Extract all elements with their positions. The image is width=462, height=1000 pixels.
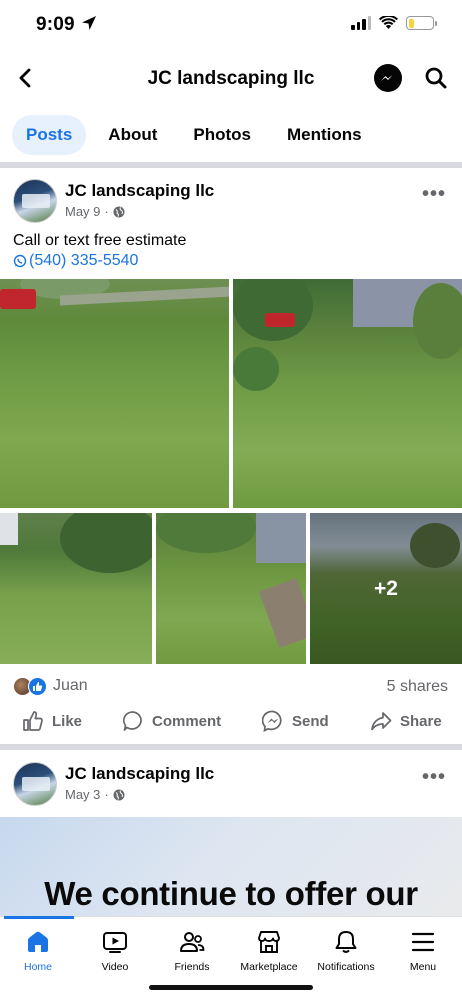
location-arrow-icon	[82, 16, 96, 30]
post-author[interactable]: JC landscaping llc	[65, 764, 214, 784]
status-time: 9:09	[36, 14, 75, 35]
tab-about[interactable]: About	[94, 115, 171, 155]
post-image-banner[interactable]: We continue to offer our	[0, 817, 462, 917]
like-reaction-icon	[28, 676, 47, 696]
post-date[interactable]: May 9	[65, 204, 100, 219]
post-meta: May 9 ·	[65, 204, 125, 219]
share-icon	[371, 712, 392, 731]
post-date[interactable]: May 3	[65, 787, 100, 802]
meta-separator: ·	[104, 204, 109, 219]
globe-icon	[113, 789, 125, 800]
avatar[interactable]	[13, 179, 57, 223]
post-meta: May 3 ·	[65, 787, 125, 802]
meta-separator: ·	[104, 787, 109, 802]
more-options-button[interactable]: •••	[422, 766, 446, 789]
tab-photos[interactable]: Photos	[179, 115, 265, 155]
friends-icon	[180, 932, 205, 952]
nav-marketplace[interactable]: Marketplace	[229, 929, 309, 973]
section-divider	[0, 162, 462, 168]
nav-notifications[interactable]: Notifications	[306, 929, 386, 973]
marketplace-icon	[258, 931, 280, 953]
comment-icon	[122, 711, 142, 731]
messenger-button[interactable]	[374, 64, 402, 92]
like-label: Like	[52, 712, 83, 730]
nav-label: Notifications	[317, 961, 375, 973]
comment-button[interactable]: Comment	[122, 710, 221, 732]
nav-label: Menu	[409, 961, 437, 973]
more-photos-count[interactable]: +2	[310, 513, 462, 664]
home-icon	[28, 931, 48, 952]
share-label: Share	[400, 712, 442, 730]
phone-number[interactable]: (540) 335-5540	[29, 252, 138, 270]
nav-home[interactable]: Home	[0, 929, 78, 973]
post-text: Call or text free estimate	[13, 232, 187, 249]
post-photo[interactable]	[0, 513, 152, 664]
like-button[interactable]: Like	[22, 710, 82, 732]
reactions-summary[interactable]: Juan	[13, 676, 88, 696]
avatar[interactable]	[13, 762, 57, 806]
profile-tabs: Posts About Photos Mentions	[12, 115, 384, 155]
reactor-name: Juan	[53, 677, 88, 694]
status-bar: 9:09	[0, 0, 462, 52]
comment-label: Comment	[152, 712, 222, 730]
post-photo[interactable]	[156, 513, 306, 664]
post-photo[interactable]	[0, 279, 229, 508]
nav-label: Home	[23, 961, 52, 973]
messenger-icon	[381, 75, 393, 81]
globe-icon	[113, 206, 125, 217]
messenger-send-icon	[262, 710, 282, 732]
bell-icon	[335, 931, 357, 953]
tab-mentions[interactable]: Mentions	[273, 115, 376, 155]
nav-menu[interactable]: Menu	[383, 929, 462, 973]
post-photo-more[interactable]: +2	[310, 513, 462, 664]
post-author[interactable]: JC landscaping llc	[65, 181, 214, 201]
shares-count[interactable]: 5 shares	[387, 678, 448, 696]
nav-label: Marketplace	[240, 961, 298, 973]
nav-label: Video	[101, 961, 129, 973]
send-button[interactable]: Send	[262, 710, 329, 732]
tab-posts[interactable]: Posts	[12, 115, 87, 155]
search-button[interactable]	[424, 66, 448, 90]
post-header: JC landscaping llc May 3 · •••	[0, 762, 462, 812]
page-header: JC landscaping llc	[0, 56, 462, 102]
share-button[interactable]: Share	[370, 710, 442, 732]
nav-video[interactable]: Video	[75, 929, 155, 973]
cellular-signal-icon	[351, 16, 371, 30]
wifi-icon	[379, 16, 398, 29]
post-actions: Like Comment Send Share	[0, 710, 462, 738]
whatsapp-icon	[13, 254, 27, 268]
video-icon	[103, 932, 127, 953]
home-indicator[interactable]	[149, 985, 313, 990]
post-divider	[0, 744, 462, 750]
post-photo[interactable]	[233, 279, 462, 508]
battery-icon	[406, 16, 437, 30]
phone-link[interactable]: (540) 335-5540	[13, 252, 138, 270]
menu-icon	[411, 932, 435, 952]
banner-text: We continue to offer our	[44, 875, 418, 912]
post-header: JC landscaping llc May 9 · •••	[0, 179, 462, 229]
more-options-button[interactable]: •••	[422, 183, 446, 206]
active-tab-indicator	[4, 916, 74, 919]
nav-label: Friends	[174, 961, 210, 973]
like-icon	[23, 711, 43, 731]
send-label: Send	[292, 712, 329, 730]
nav-friends[interactable]: Friends	[152, 929, 232, 973]
